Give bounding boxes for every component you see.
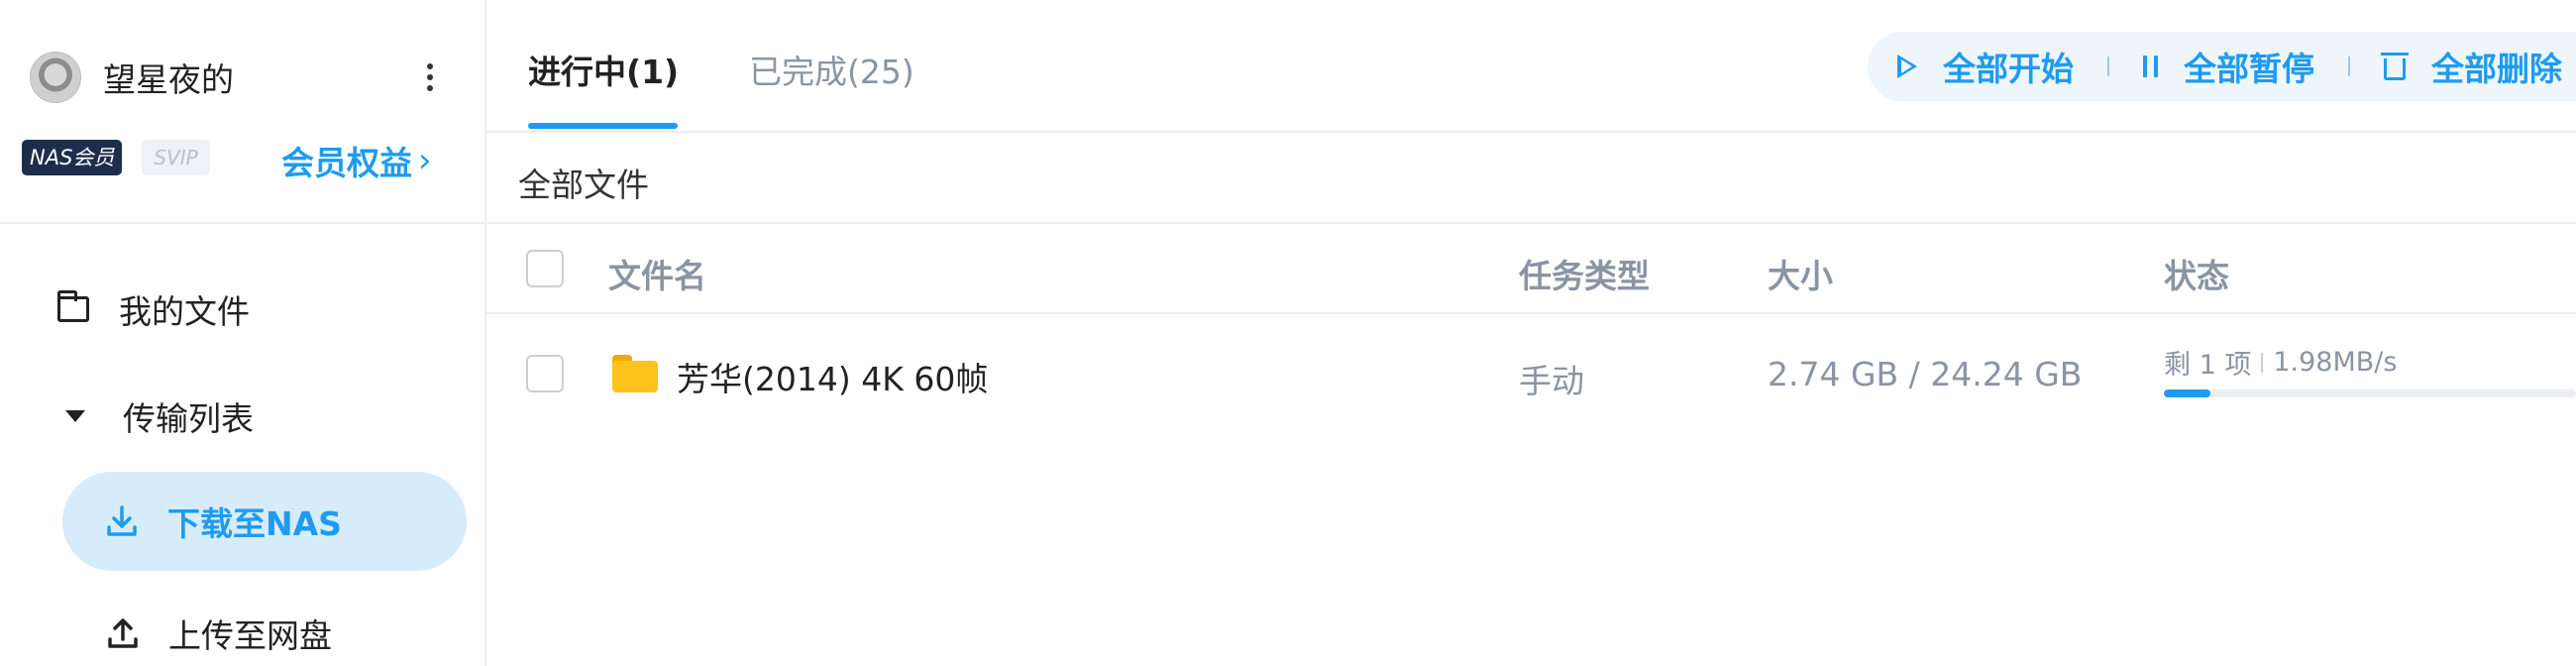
user-profile[interactable]: 望星夜的 [30, 52, 234, 103]
sidebar-item-label: 我的文件 [119, 292, 250, 331]
sidebar-item-download-to-nas[interactable]: 下载至NAS [62, 472, 467, 571]
username: 望星夜的 [103, 60, 234, 99]
sidebar-item-label: 上传至网盘 [168, 616, 332, 655]
start-all-button[interactable]: 全部开始 [1897, 43, 2074, 90]
breadcrumb[interactable]: 全部文件 [518, 159, 649, 206]
progress-fill [2164, 389, 2210, 397]
sidebar-divider [0, 222, 484, 224]
pause-all-label: 全部暂停 [2184, 50, 2314, 88]
tab-in-progress[interactable]: 进行中(1) [528, 46, 679, 93]
file-name[interactable]: 芳华(2014) 4K 60帧 [677, 353, 988, 400]
row-checkbox[interactable] [526, 355, 564, 392]
tab-completed[interactable]: 已完成(25) [749, 46, 914, 93]
column-header-size[interactable]: 大小 [1768, 250, 1833, 297]
caret-down-icon [65, 410, 85, 422]
progress-bar [2164, 389, 2576, 397]
status-text: 剩 1 项 1.98MB/s [2164, 343, 2397, 382]
bulk-actions-toolbar: 全部开始 全部暂停 全部删除 [1868, 32, 2576, 101]
chevron-right-icon: › [418, 141, 432, 180]
delete-all-label: 全部删除 [2431, 50, 2562, 88]
nas-member-badge: NAS会员 [22, 140, 123, 175]
column-header-task-type[interactable]: 任务类型 [1519, 250, 1650, 297]
delete-all-button[interactable]: 全部删除 [2381, 43, 2562, 90]
task-type: 手动 [1519, 362, 1584, 400]
member-benefits-label: 会员权益 [281, 144, 412, 182]
header-divider [486, 312, 2576, 314]
download-icon [107, 505, 137, 536]
column-header-name[interactable]: 文件名 [608, 250, 706, 297]
column-header-status[interactable]: 状态 [2164, 250, 2229, 297]
play-icon [1897, 55, 1917, 78]
active-tab-indicator [528, 123, 678, 129]
avatar[interactable] [30, 52, 81, 103]
file-size: 2.74 GB / 24.24 GB [1768, 355, 2083, 393]
toolbar-separator [2107, 56, 2109, 76]
start-all-label: 全部开始 [1943, 50, 2074, 88]
status-separator [2261, 352, 2264, 373]
svip-badge: SVIP [142, 140, 210, 175]
membership-badges: NAS会员 SVIP [22, 140, 210, 175]
upload-icon [108, 618, 138, 648]
folder-outline-icon [57, 290, 89, 322]
sidebar-item-label: 传输列表 [123, 399, 254, 438]
sidebar-item-transfer-list[interactable]: 传输列表 [63, 392, 254, 440]
sidebar-item-upload-to-netdisk[interactable]: 上传至网盘 [105, 610, 332, 657]
sidebar-item-my-files[interactable]: 我的文件 [57, 285, 250, 333]
folder-icon [612, 355, 658, 392]
remaining-items: 剩 1 项 [2164, 350, 2252, 381]
sidebar-item-label: 下载至NAS [167, 504, 342, 543]
main-panel: 进行中(1) 已完成(25) 全部开始 全部暂停 全部删除 全部文件 文件名 任… [486, 0, 2576, 666]
select-all-checkbox[interactable] [526, 250, 564, 287]
more-options-icon[interactable] [426, 63, 434, 93]
pause-all-button[interactable]: 全部暂停 [2143, 43, 2314, 90]
sidebar: 望星夜的 NAS会员 SVIP 会员权益 › 我的文件 传输列表 下载至NAS … [0, 0, 486, 666]
download-speed: 1.98MB/s [2273, 347, 2398, 378]
member-benefits-link[interactable]: 会员权益 › [281, 137, 432, 184]
trash-icon [2381, 53, 2409, 80]
tabs-divider [486, 131, 2576, 133]
breadcrumb-divider [486, 222, 2576, 224]
pause-icon [2143, 56, 2158, 77]
toolbar-separator [2348, 56, 2350, 76]
